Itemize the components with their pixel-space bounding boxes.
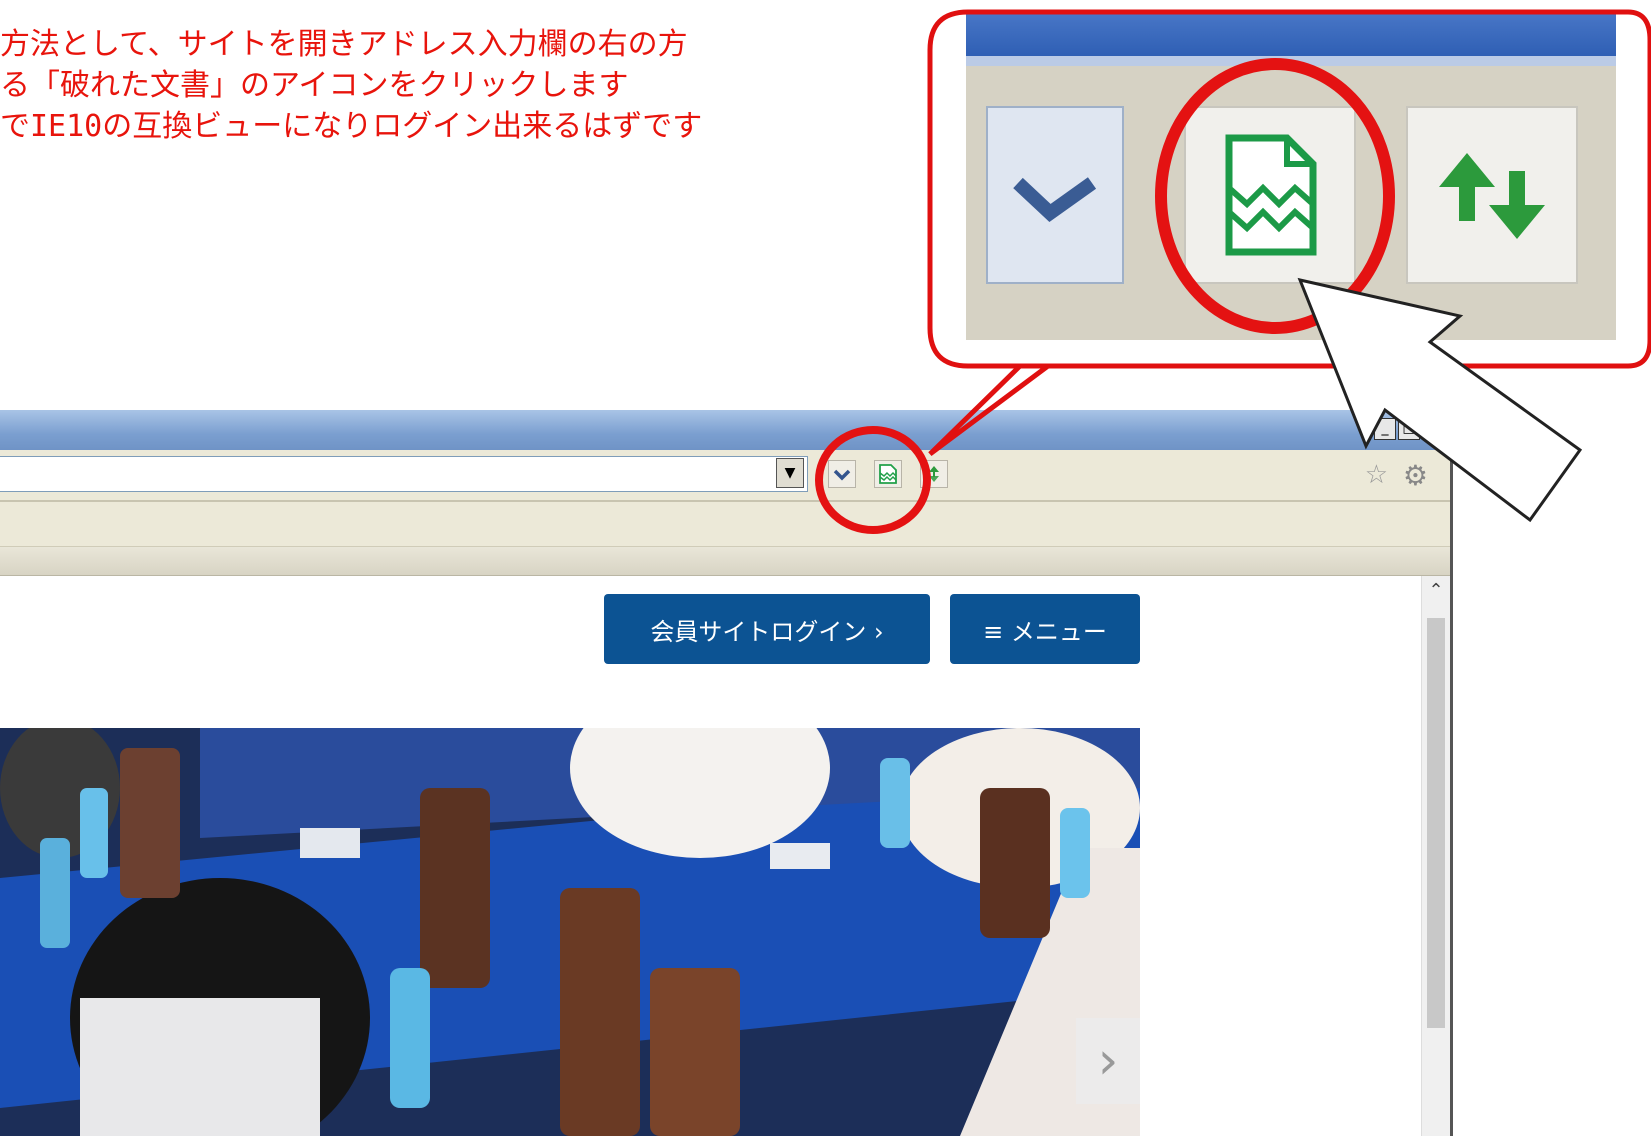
maximize-button[interactable]: □ [1398,418,1420,440]
refresh-arrows-icon[interactable] [920,460,948,488]
instruction-line-1: 方法として、サイトを開きアドレス入力欄の右の方 [0,27,688,62]
vertical-scrollbar[interactable]: ⌃ [1421,576,1450,1136]
instruction-annotation: 方法として、サイトを開きアドレス入力欄の右の方 る「破れた文書」のアイコンをクリ… [0,24,702,147]
window-controls: _ □ × [1374,418,1444,440]
zoom-titlebar [966,10,1616,56]
scroll-up-icon[interactable]: ⌃ [1422,580,1450,601]
favorites-star-icon[interactable]: ☆ [1365,460,1388,490]
check-dropdown-icon[interactable] [828,460,856,488]
minimize-button[interactable]: _ [1374,418,1396,440]
zoom-compatibility-view-icon [1184,106,1356,284]
zoom-titlebar-edge [966,56,1616,66]
member-login-button[interactable]: 会員サイトログイン › [604,594,930,664]
hero-photo: › [0,728,1140,1136]
zoomed-toolbar-callout [966,10,1616,340]
close-button[interactable]: × [1422,418,1444,440]
address-input[interactable] [0,456,808,492]
scrollbar-thumb[interactable] [1427,618,1445,1028]
title-bar: _ □ × [0,410,1450,451]
command-bar [0,502,1450,547]
compatibility-view-icon[interactable] [874,460,902,488]
address-bar-row: ▼ ☆ ⚙ [0,450,1450,502]
favorites-bar [0,547,1450,576]
address-dropdown-button[interactable]: ▼ [776,458,804,488]
zoom-refresh-arrows-icon [1406,106,1578,284]
instruction-line-3: でIE10の互換ビューになりログイン出来るはずです [0,109,703,144]
gear-icon[interactable]: ⚙ [1403,459,1428,492]
menu-button[interactable]: ≡ メニュー [950,594,1140,664]
page-content: 会員サイトログイン › ≡ メニュー › [0,576,1420,1136]
carousel-next-button[interactable]: › [1076,1018,1140,1104]
browser-window: _ □ × ▼ ☆ ⚙ 会員サイトログイン › ≡ メニュー › ⌃ [0,410,1453,1136]
instruction-line-2: る「破れた文書」のアイコンをクリックします [0,68,629,103]
zoom-check-dropdown-icon [986,106,1124,284]
